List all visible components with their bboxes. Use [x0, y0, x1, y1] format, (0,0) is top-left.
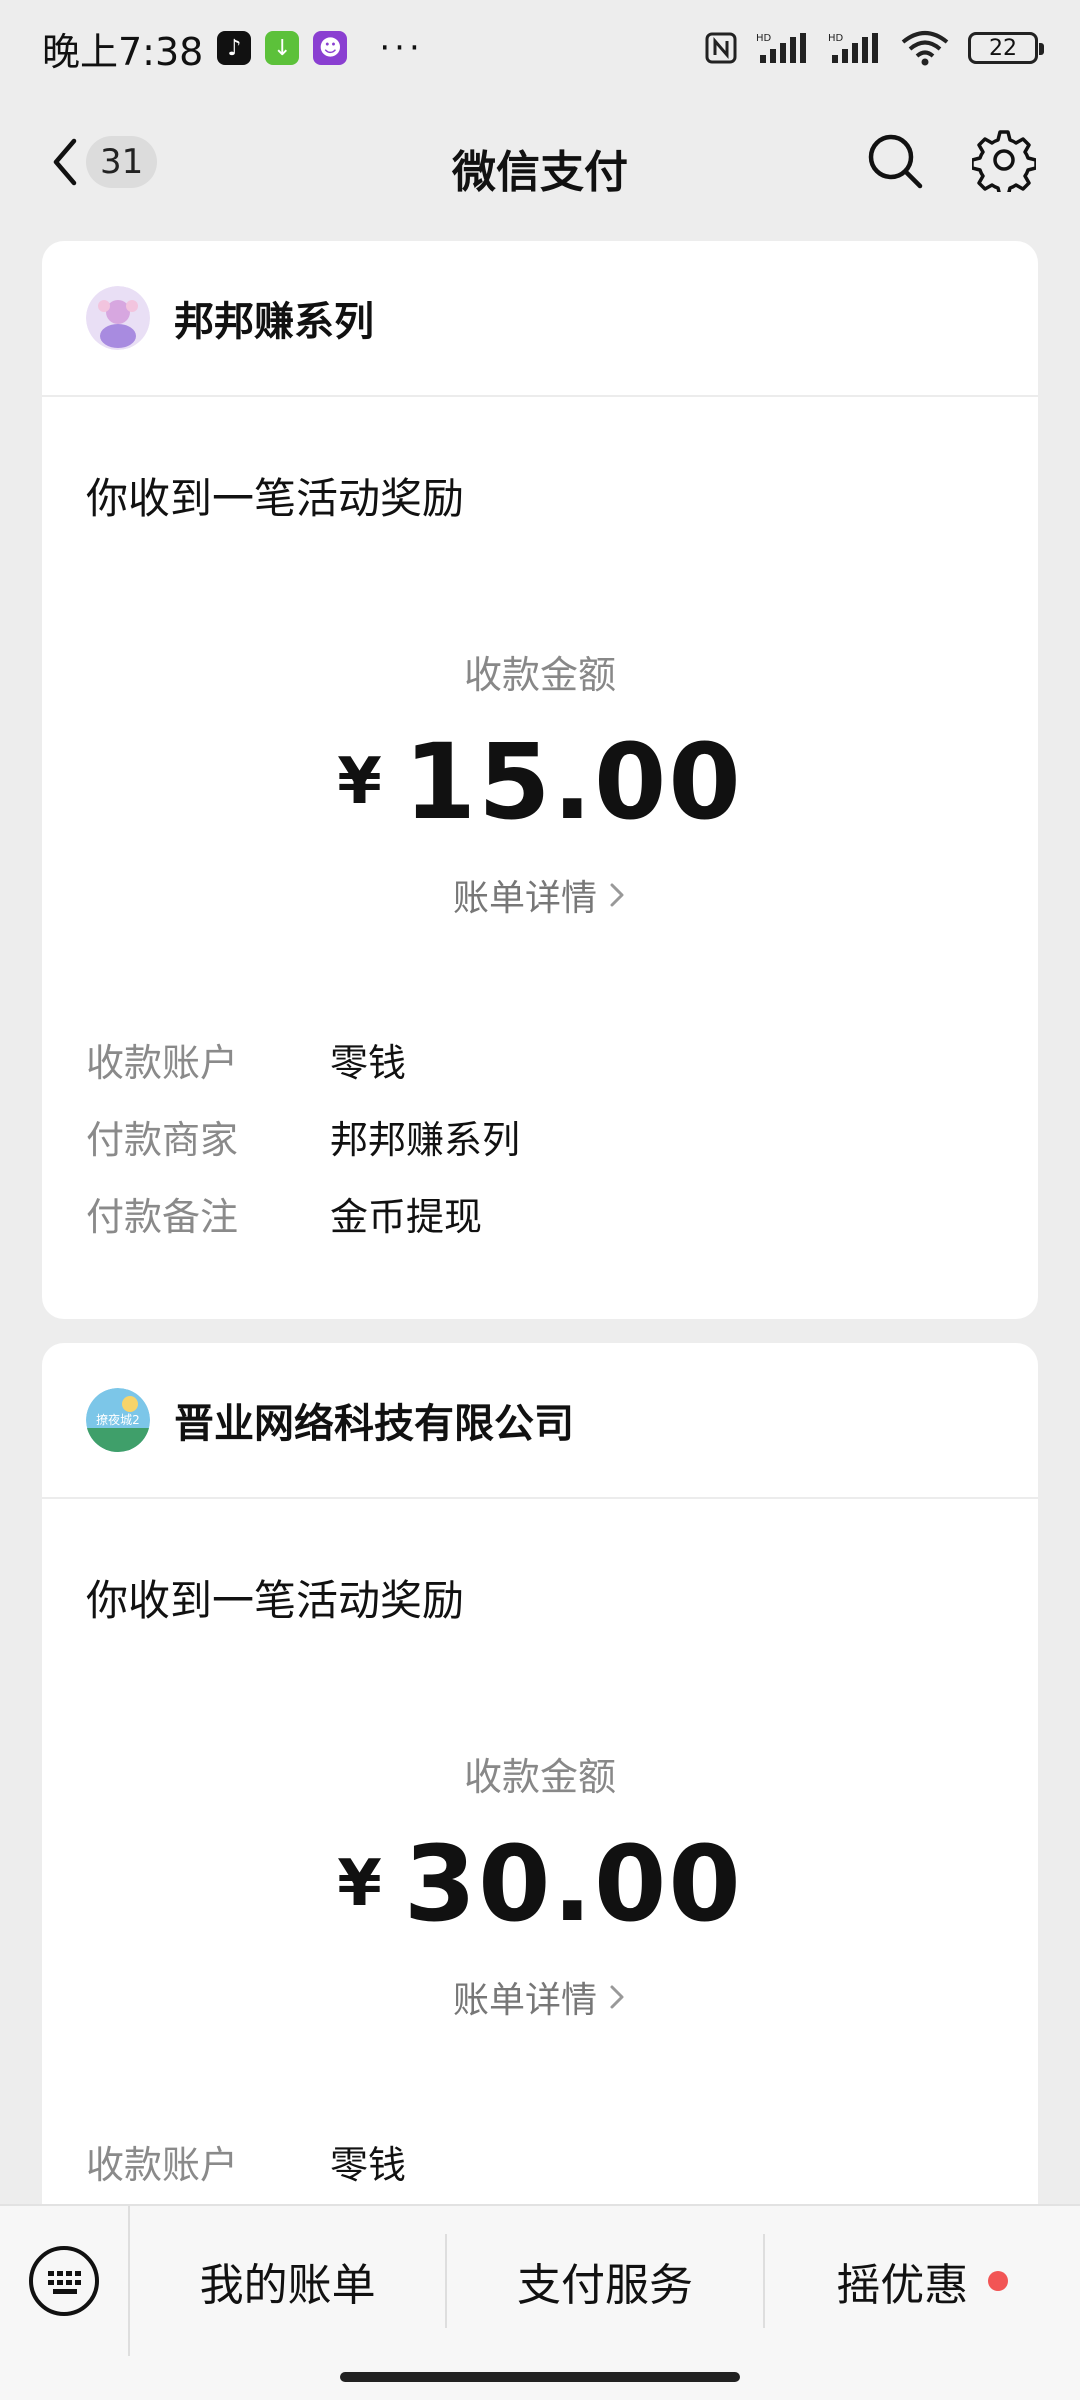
chevron-right-icon — [610, 883, 624, 907]
signal-2-icon: HD — [828, 33, 878, 63]
notification-message: 你收到一笔活动奖励 — [86, 474, 465, 523]
row-value: 邦邦赚系列 — [330, 1118, 521, 1162]
detail-row: 付款备注 金币提现 — [86, 1175, 994, 1252]
card-header[interactable]: 邦邦赚系列 — [42, 241, 1038, 397]
row-key: 付款商家 — [86, 1118, 239, 1162]
row-value: 金币提现 — [330, 1195, 483, 1239]
row-value: 零钱 — [330, 2143, 407, 2187]
signal-2-hd-label: HD — [828, 33, 844, 44]
detail-row: 付款商家 邦邦赚系列 — [86, 1098, 994, 1175]
amount-value: 30.00 — [403, 1823, 743, 1945]
search-icon[interactable] — [864, 130, 926, 192]
menu-payment-services[interactable]: 支付服务 — [447, 2234, 765, 2328]
menu-shake-deals[interactable]: 摇优惠 — [765, 2234, 1080, 2328]
new-badge-dot — [988, 2271, 1009, 2291]
currency-symbol: ¥ — [337, 1847, 382, 1921]
amount-label: 收款金额 — [463, 653, 616, 697]
merchant-name: 晋业网络科技有限公司 — [174, 1401, 574, 1447]
battery-icon: 22 — [968, 32, 1044, 64]
bill-detail-link[interactable]: 账单详情 — [42, 1971, 1038, 2023]
status-bar: 晚上7:38 ♪ ↓ ☻ ··· HD HD 22 — [0, 0, 1080, 96]
detail-row: 收款账户 零钱 — [86, 1021, 994, 1098]
chevron-right-icon — [610, 1985, 624, 2009]
wifi-icon — [901, 31, 949, 66]
gear-icon[interactable] — [972, 128, 1036, 192]
menu-payment-services-label: 支付服务 — [516, 2260, 693, 2311]
menu-shake-deals-label: 摇优惠 — [836, 2260, 969, 2311]
merchant-name: 邦邦赚系列 — [174, 299, 374, 345]
card-header[interactable]: 撩夜城2 晋业网络科技有限公司 — [42, 1343, 1038, 1499]
menu-my-bills-label: 我的账单 — [199, 2260, 376, 2311]
payment-card: 邦邦赚系列 你收到一笔活动奖励 收款金额 ¥ 15.00 账单详情 收款账户 零… — [42, 241, 1038, 1319]
row-key: 收款账户 — [86, 2143, 239, 2187]
row-key: 付款备注 — [86, 1195, 239, 1239]
bill-detail-label: 账单详情 — [452, 878, 597, 919]
amount-label: 收款金额 — [463, 1755, 616, 1799]
keyboard-toggle-button[interactable] — [0, 2206, 130, 2356]
avatar-caption: 撩夜城2 — [96, 1412, 140, 1427]
more-notifications-icon: ··· — [379, 28, 424, 68]
bottom-menu-bar: 我的账单 支付服务 摇优惠 — [0, 2204, 1080, 2400]
bill-detail-label: 账单详情 — [452, 1980, 597, 2021]
keyboard-icon — [29, 2246, 99, 2316]
menu-my-bills[interactable]: 我的账单 — [130, 2234, 448, 2328]
currency-symbol: ¥ — [337, 745, 382, 819]
amount-value: 15.00 — [403, 721, 743, 843]
home-indicator[interactable] — [340, 2372, 740, 2382]
detail-row: 收款账户 零钱 — [86, 2123, 994, 2200]
tiktok-icon: ♪ — [217, 31, 252, 65]
battery-level: 22 — [989, 35, 1017, 61]
detail-rows: 收款账户 零钱 付款商家 邦邦赚系列 付款备注 金币提现 — [42, 1021, 1038, 1252]
nav-bar: 31 微信支付 — [0, 96, 1080, 226]
cat-app-icon: ☻ — [313, 31, 348, 65]
amount-display: ¥ 30.00 — [42, 1823, 1038, 1945]
signal-1-icon: HD — [756, 33, 806, 63]
bill-detail-link[interactable]: 账单详情 — [42, 869, 1038, 921]
signal-1-hd-label: HD — [756, 33, 772, 44]
nfc-icon — [705, 32, 737, 64]
row-value: 零钱 — [330, 1041, 407, 1085]
merchant-avatar — [86, 286, 150, 350]
download-app-icon: ↓ — [265, 31, 300, 65]
payment-card: 撩夜城2 晋业网络科技有限公司 你收到一笔活动奖励 收款金额 ¥ 30.00 账… — [42, 1343, 1038, 2243]
amount-display: ¥ 15.00 — [42, 721, 1038, 843]
notification-message: 你收到一笔活动奖励 — [86, 1576, 465, 1625]
status-time: 晚上7:38 — [42, 29, 204, 74]
detail-rows: 收款账户 零钱 — [42, 2123, 1038, 2200]
merchant-avatar: 撩夜城2 — [86, 1388, 150, 1452]
row-key: 收款账户 — [86, 1041, 239, 1085]
